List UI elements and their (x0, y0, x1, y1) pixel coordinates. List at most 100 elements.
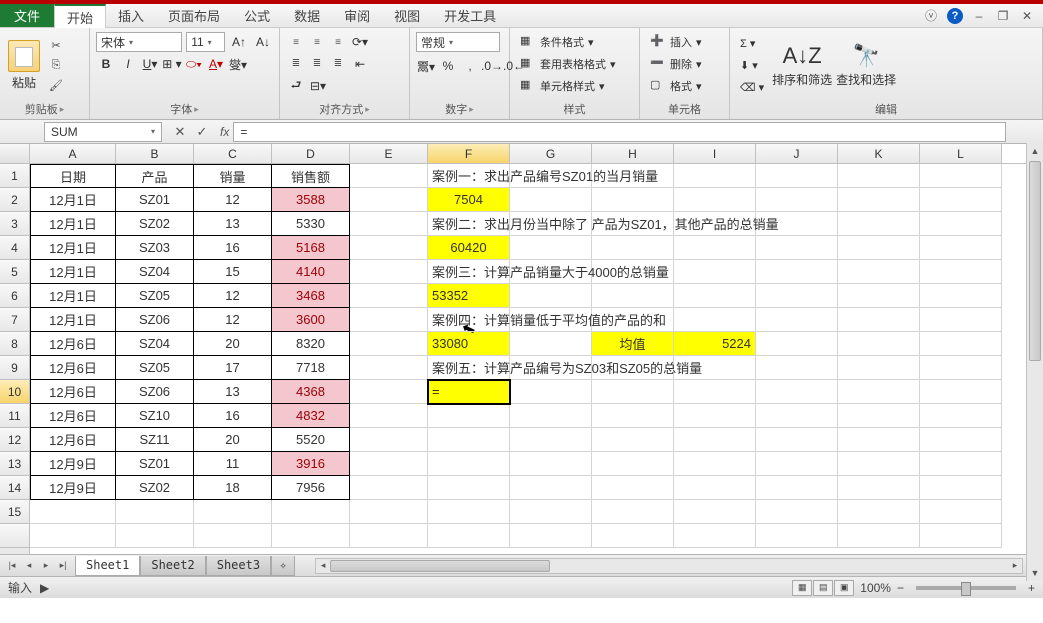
row-header[interactable]: 2 (0, 188, 29, 212)
cell[interactable] (592, 188, 674, 212)
column-header[interactable]: D (272, 144, 350, 163)
format-cells-button[interactable]: ▢格式 ▾ (646, 76, 723, 96)
cell[interactable] (920, 380, 1002, 404)
cell[interactable]: 4832 (272, 404, 350, 428)
orientation-button[interactable]: ⟳▾ (350, 32, 370, 52)
cell[interactable] (350, 164, 428, 188)
cell[interactable] (674, 308, 756, 332)
row-header[interactable]: 1 (0, 164, 29, 188)
merge-button[interactable]: ⊟▾ (308, 76, 328, 96)
cell[interactable]: SZ02 (116, 212, 194, 236)
zoom-slider[interactable] (916, 586, 1016, 590)
cell[interactable] (756, 260, 838, 284)
cell[interactable] (756, 284, 838, 308)
wrap-text-button[interactable]: ⮐ (286, 76, 306, 96)
cell[interactable] (674, 188, 756, 212)
cell[interactable] (592, 524, 674, 548)
cell[interactable]: SZ06 (116, 380, 194, 404)
cell[interactable] (674, 164, 756, 188)
cell[interactable]: SZ04 (116, 260, 194, 284)
row-header[interactable]: 8 (0, 332, 29, 356)
cell[interactable]: 4140 (272, 260, 350, 284)
cell[interactable] (116, 500, 194, 524)
cell[interactable] (756, 164, 838, 188)
align-center-button[interactable]: ≣ (307, 53, 327, 73)
cell[interactable] (920, 452, 1002, 476)
cell[interactable] (838, 428, 920, 452)
cell[interactable]: 53352 (428, 284, 510, 308)
cell[interactable]: SZ02 (116, 476, 194, 500)
cell[interactable] (920, 500, 1002, 524)
cell[interactable] (674, 428, 756, 452)
cell[interactable] (510, 404, 592, 428)
name-box[interactable]: SUM▾ (44, 122, 162, 142)
menu-tab-home[interactable]: 开始 (54, 4, 106, 28)
accept-formula-button[interactable]: ✓ (192, 122, 212, 142)
cell[interactable]: 12月1日 (30, 188, 116, 212)
cell[interactable] (920, 212, 1002, 236)
border-button[interactable]: ⊞ ▾ (162, 54, 182, 74)
zoom-level[interactable]: 100% (860, 581, 891, 595)
sort-filter-button[interactable]: A↓Z 排序和筛选 (772, 43, 832, 88)
cell[interactable] (350, 356, 428, 380)
cell[interactable]: 12月6日 (30, 428, 116, 452)
menu-tab-formula[interactable]: 公式 (232, 4, 282, 27)
cell[interactable] (592, 236, 674, 260)
cell[interactable]: 11 (194, 452, 272, 476)
column-header[interactable]: C (194, 144, 272, 163)
new-sheet-button[interactable]: ✧ (271, 556, 295, 576)
cell[interactable] (920, 356, 1002, 380)
cell[interactable] (350, 452, 428, 476)
currency-button[interactable]: 鬻▾ (416, 56, 436, 76)
number-format-combo[interactable]: 常规▾ (416, 32, 500, 52)
cell[interactable] (350, 188, 428, 212)
cell[interactable] (838, 404, 920, 428)
cell[interactable]: 13 (194, 380, 272, 404)
cell[interactable] (428, 452, 510, 476)
increase-font-button[interactable]: A↑ (229, 32, 249, 52)
cell[interactable]: 15 (194, 260, 272, 284)
cell[interactable]: SZ10 (116, 404, 194, 428)
cell[interactable] (920, 260, 1002, 284)
cell[interactable] (838, 212, 920, 236)
cell[interactable] (350, 428, 428, 452)
cell[interactable] (674, 260, 756, 284)
cell[interactable] (510, 284, 592, 308)
bold-button[interactable]: B (96, 54, 116, 74)
column-header[interactable]: J (756, 144, 838, 163)
row-header[interactable]: 11 (0, 404, 29, 428)
cell[interactable] (350, 284, 428, 308)
row-header[interactable]: 14 (0, 476, 29, 500)
row-header[interactable]: 9 (0, 356, 29, 380)
tab-nav-next[interactable]: ▸ (38, 558, 54, 574)
copy-button[interactable]: ⎘ (46, 57, 66, 75)
cell[interactable] (510, 500, 592, 524)
cell[interactable] (30, 524, 116, 548)
cell[interactable] (756, 380, 838, 404)
find-select-button[interactable]: 🔭 查找和选择 (836, 43, 896, 88)
cell[interactable]: SZ01 (116, 188, 194, 212)
cell[interactable] (350, 500, 428, 524)
row-header[interactable]: 6 (0, 284, 29, 308)
cell[interactable] (838, 380, 920, 404)
zoom-out-button[interactable]: − (897, 581, 904, 595)
delete-cells-button[interactable]: ➖删除 ▾ (646, 54, 723, 74)
cell[interactable] (756, 236, 838, 260)
conditional-format-button[interactable]: ▦条件格式 ▾ (516, 32, 633, 52)
cell[interactable] (428, 524, 510, 548)
paste-button[interactable]: 粘贴 (6, 38, 42, 93)
cell[interactable]: 案例一：求出产品编号SZ01的当月销量 (428, 164, 510, 188)
cell[interactable]: 20 (194, 332, 272, 356)
decrease-font-button[interactable]: A↓ (253, 32, 273, 52)
cut-button[interactable]: ✂ (46, 37, 66, 55)
window-restore-icon[interactable]: ❐ (995, 8, 1011, 24)
column-header[interactable]: E (350, 144, 428, 163)
macro-record-icon[interactable]: ▶ (40, 581, 49, 595)
cell[interactable]: 12 (194, 308, 272, 332)
inc-decimal-button[interactable]: .0→ (482, 56, 502, 76)
cell[interactable] (920, 428, 1002, 452)
cell[interactable] (920, 476, 1002, 500)
font-name-combo[interactable]: 宋体▾ (96, 32, 182, 52)
cell[interactable] (756, 500, 838, 524)
cell[interactable] (838, 260, 920, 284)
